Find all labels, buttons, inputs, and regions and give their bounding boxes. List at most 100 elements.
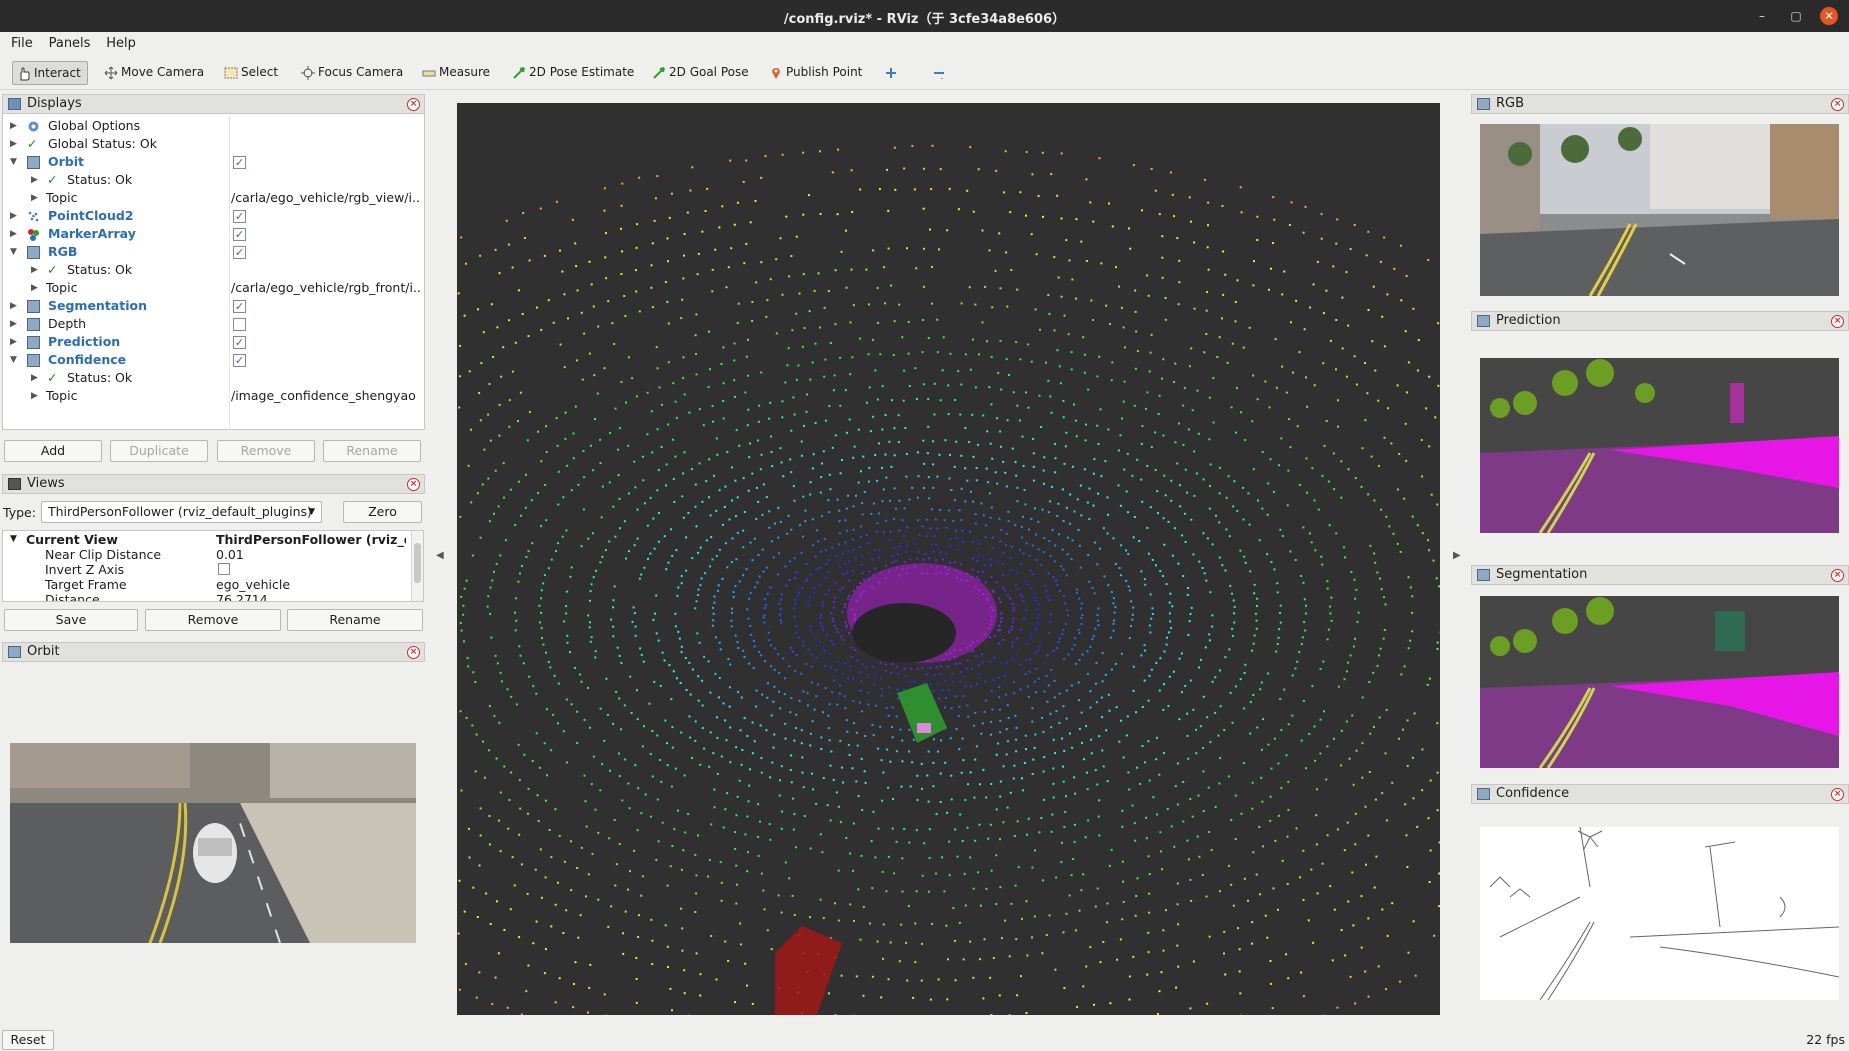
prediction-checkbox[interactable]: ✓ xyxy=(233,336,246,349)
tree-row-prediction[interactable]: ▶ Prediction ✓ xyxy=(3,333,424,351)
close-icon[interactable]: × xyxy=(407,646,420,659)
expand-arrow-icon[interactable]: ▶ xyxy=(10,225,20,243)
interact-tool-button[interactable]: Interact xyxy=(12,61,88,85)
minimize-button[interactable]: – xyxy=(1753,7,1771,25)
tree-row-topic[interactable]: ▶ Topic /image_confidence_shengyao xyxy=(3,387,424,405)
expand-arrow-icon[interactable]: ▶ xyxy=(10,315,20,333)
property-row[interactable]: Near Clip Distance 0.01 xyxy=(3,547,408,562)
save-view-button[interactable]: Save xyxy=(4,609,138,631)
measure-tool-button[interactable]: Measure xyxy=(418,61,496,85)
close-window-button[interactable]: ✕ xyxy=(1820,7,1838,25)
collapse-arrow-icon[interactable]: ▼ xyxy=(10,153,20,171)
rgb-panel-header: RGB × xyxy=(1471,94,1849,114)
orbit-checkbox[interactable]: ✓ xyxy=(233,156,246,169)
property-row[interactable]: Distance 76.2714 xyxy=(3,592,408,601)
vehicle-marker xyxy=(775,926,842,1015)
topic-value[interactable]: /carla/ego_vehicle/rgb_front/i... xyxy=(231,279,421,297)
close-icon[interactable]: × xyxy=(1831,569,1844,582)
depth-checkbox[interactable] xyxy=(233,318,246,331)
collapse-arrow-icon[interactable]: ▼ xyxy=(10,351,20,369)
select-tool-button[interactable]: Select xyxy=(220,61,284,85)
property-row[interactable]: Target Frame ego_vehicle xyxy=(3,577,408,592)
expand-arrow-icon[interactable]: ▶ xyxy=(10,297,20,315)
property-value[interactable]: 0.01 xyxy=(216,547,406,562)
property-value[interactable]: ego_vehicle xyxy=(216,577,406,592)
menu-panels[interactable]: Panels xyxy=(43,32,97,51)
tree-row-pointcloud2[interactable]: ▶ PointCloud2 ✓ xyxy=(3,207,424,225)
confidence-checkbox[interactable]: ✓ xyxy=(233,354,246,367)
tree-label: MarkerArray xyxy=(48,226,136,241)
tree-row-status[interactable]: ▶ ✓ Status: Ok xyxy=(3,369,424,387)
goal-pose-tool-button[interactable]: 2D Goal Pose xyxy=(648,61,755,85)
collapse-arrow-icon[interactable]: ▼ xyxy=(10,243,20,261)
map-pin-icon xyxy=(772,67,780,79)
property-key: Near Clip Distance xyxy=(45,547,162,562)
reset-button[interactable]: Reset xyxy=(2,1030,54,1050)
invert-z-checkbox[interactable] xyxy=(218,563,230,575)
tree-row-topic[interactable]: ▶ Topic /carla/ego_vehicle/rgb_view/i... xyxy=(3,189,424,207)
expand-arrow-icon[interactable]: ▶ xyxy=(31,369,41,387)
property-row[interactable]: Invert Z Axis xyxy=(3,562,408,577)
current-view-row[interactable]: ▼ Current View ThirdPersonFollower (rviz… xyxy=(3,532,408,547)
tree-row-global-options[interactable]: ▶ Global Options xyxy=(3,117,424,135)
expand-arrow-icon[interactable]: ▶ xyxy=(10,207,20,225)
expand-arrow-icon[interactable]: ▶ xyxy=(31,189,41,207)
publish-point-tool-button[interactable]: Publish Point xyxy=(765,61,868,85)
close-icon[interactable]: × xyxy=(1831,98,1844,111)
tree-row-segmentation[interactable]: ▶ Segmentation ✓ xyxy=(3,297,424,315)
tree-row-topic[interactable]: ▶ Topic /carla/ego_vehicle/rgb_front/i..… xyxy=(3,279,424,297)
expand-arrow-icon[interactable]: ▶ xyxy=(10,117,20,135)
menu-help[interactable]: Help xyxy=(100,32,142,51)
tree-row-depth[interactable]: ▶ Depth xyxy=(3,315,424,333)
markerarray-checkbox[interactable]: ✓ xyxy=(233,228,246,241)
tree-row-orbit[interactable]: ▼ Orbit ✓ xyxy=(3,153,424,171)
collapse-left-arrow-icon[interactable]: ◀ xyxy=(436,550,444,561)
property-value[interactable]: 76.2714 xyxy=(216,592,406,601)
rename-display-button[interactable]: Rename xyxy=(323,440,421,462)
point-cloud-render[interactable] xyxy=(457,103,1440,1015)
view-type-select[interactable]: ThirdPersonFollower (rviz_default_plugin… xyxy=(41,501,322,523)
tree-label: Confidence xyxy=(48,352,127,367)
remove-display-button[interactable]: Remove xyxy=(217,440,315,462)
zero-button[interactable]: Zero xyxy=(343,501,422,523)
maximize-button[interactable]: ▢ xyxy=(1787,7,1805,25)
tree-row-markerarray[interactable]: ▶ MarkerArray ✓ xyxy=(3,225,424,243)
topic-value[interactable]: /image_confidence_shengyao xyxy=(231,387,421,405)
close-icon[interactable]: × xyxy=(407,98,420,111)
expand-arrow-icon[interactable]: ▶ xyxy=(31,387,41,405)
close-icon[interactable]: × xyxy=(1831,315,1844,328)
remove-tool-button[interactable] xyxy=(928,61,955,85)
expand-arrow-icon[interactable]: ▶ xyxy=(10,135,20,153)
tree-row-rgb[interactable]: ▼ RGB ✓ xyxy=(3,243,424,261)
move-camera-tool-button[interactable]: Move Camera xyxy=(100,61,210,85)
rgb-checkbox[interactable]: ✓ xyxy=(233,246,246,259)
segmentation-checkbox[interactable]: ✓ xyxy=(233,300,246,313)
add-tool-button[interactable] xyxy=(880,61,907,85)
add-display-button[interactable]: Add xyxy=(4,440,102,462)
menu-file[interactable]: File xyxy=(5,32,39,51)
expand-arrow-icon[interactable]: ▶ xyxy=(31,279,41,297)
expand-arrow-icon[interactable]: ▶ xyxy=(31,261,41,279)
expand-arrow-icon[interactable]: ▶ xyxy=(31,171,41,189)
duplicate-display-button[interactable]: Duplicate xyxy=(110,440,208,462)
close-icon[interactable]: × xyxy=(1831,788,1844,801)
focus-camera-tool-button[interactable]: Focus Camera xyxy=(297,61,409,85)
expand-arrow-icon[interactable]: ▶ xyxy=(10,333,20,351)
tree-row-global-status[interactable]: ▶ ✓ Global Status: Ok xyxy=(3,135,424,153)
tree-row-status[interactable]: ▶ ✓ Status: Ok xyxy=(3,171,424,189)
views-panel-title: Views xyxy=(27,476,65,491)
scrollbar-thumb[interactable] xyxy=(414,543,421,583)
pointcloud2-checkbox[interactable]: ✓ xyxy=(233,210,246,223)
tree-row-confidence[interactable]: ▼ Confidence ✓ xyxy=(3,351,424,369)
pose-estimate-tool-button[interactable]: 2D Pose Estimate xyxy=(508,61,640,85)
prediction-panel-title: Prediction xyxy=(1496,313,1561,328)
collapse-right-arrow-icon[interactable]: ▶ xyxy=(1453,550,1461,561)
rename-view-button[interactable]: Rename xyxy=(287,609,423,631)
3d-viewport[interactable] xyxy=(457,103,1440,1015)
topic-value[interactable]: /carla/ego_vehicle/rgb_view/i... xyxy=(231,189,421,207)
tree-row-status[interactable]: ▶ ✓ Status: Ok xyxy=(3,261,424,279)
close-icon[interactable]: × xyxy=(407,478,420,491)
collapse-arrow-icon[interactable]: ▼ xyxy=(10,532,17,547)
remove-view-button[interactable]: Remove xyxy=(145,609,281,631)
scrollbar[interactable] xyxy=(411,531,423,601)
